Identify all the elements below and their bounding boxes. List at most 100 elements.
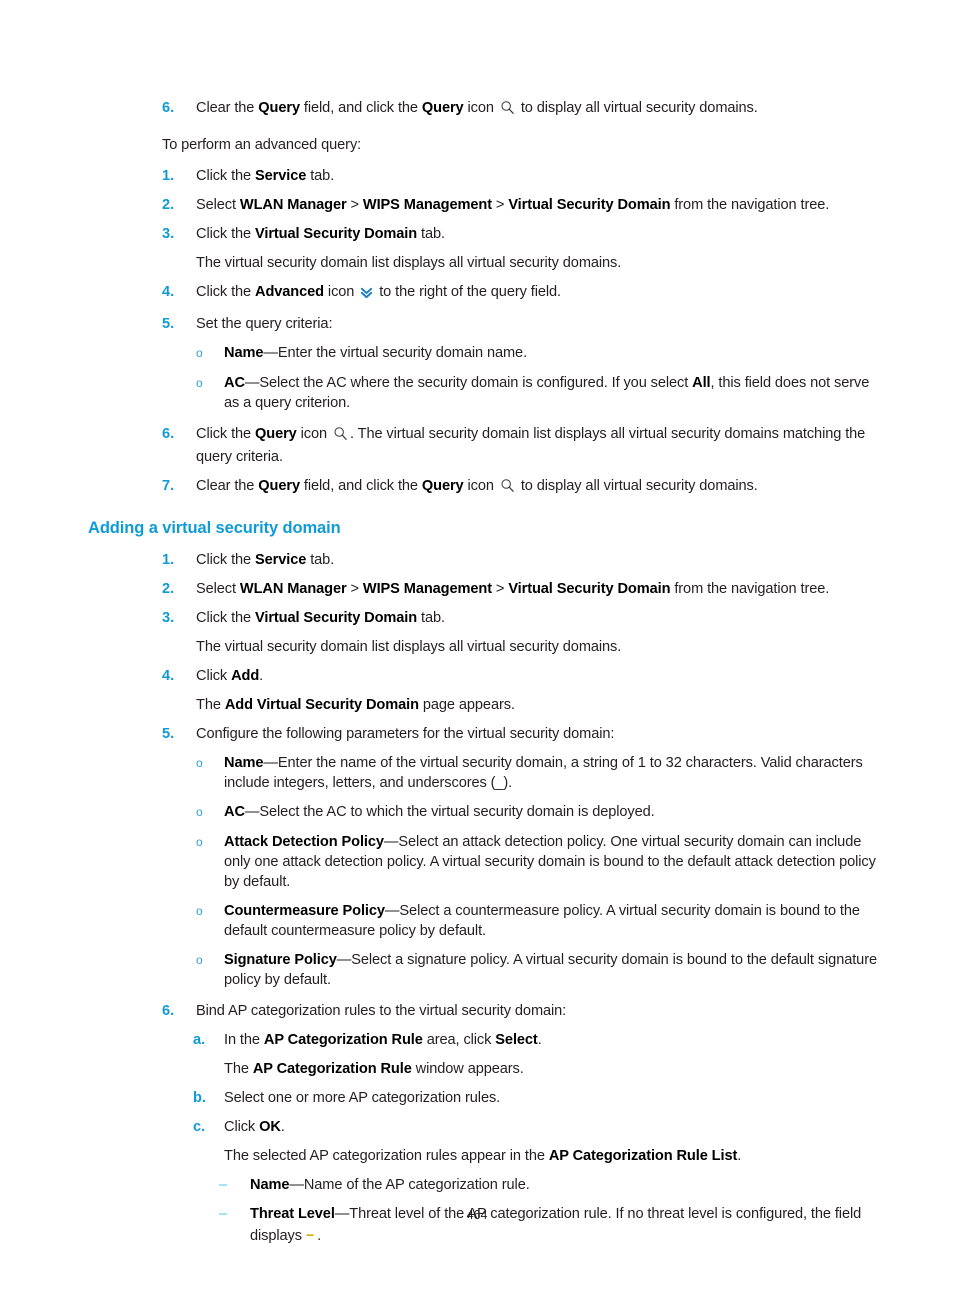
circle-bullet-marker: o — [196, 756, 203, 770]
list-marker: 3. — [162, 610, 175, 626]
list-item-text: Click OK. — [224, 1117, 878, 1137]
list-item-adv-7: 7. Clear the Query field, and click the … — [88, 476, 878, 499]
text-run: > — [346, 581, 363, 597]
bold-run: Virtual Security Domain — [508, 581, 671, 597]
circle-bullet-marker: o — [196, 805, 203, 819]
list-marker: 4. — [162, 668, 175, 684]
list-item-adv-5: 5. Set the query criteria: — [88, 314, 878, 334]
list-item-text: Select one or more AP categorization rul… — [224, 1090, 501, 1106]
list-item-text: Attack Detection Policy—Select an attack… — [224, 832, 878, 892]
bold-run: AC — [224, 804, 245, 820]
bold-run: Name — [250, 1177, 290, 1193]
list-item-add-5-ac: o AC—Select the AC to which the virtual … — [88, 802, 878, 823]
text-run: . — [537, 1032, 542, 1048]
list-marker: 6. — [162, 1003, 175, 1019]
text-run: > — [491, 581, 509, 597]
text-run: The — [224, 1061, 253, 1077]
list-item-add-5-countermeasure-policy: o Countermeasure Policy—Select a counter… — [88, 901, 878, 941]
search-icon — [500, 100, 515, 121]
bold-run: WIPS Management — [362, 197, 492, 213]
text-run: to display all virtual security domains. — [516, 100, 758, 116]
circle-bullet-marker: o — [196, 835, 203, 849]
list-item-add-6c-continuation: The selected AP categorization rules app… — [88, 1146, 878, 1166]
text-run: tab. — [417, 610, 445, 626]
text-run: tab. — [417, 226, 445, 242]
bold-run: Query — [255, 426, 297, 442]
text-run: Clear the — [196, 100, 259, 116]
list-item-text: Click the Service tab. — [196, 166, 878, 186]
list-item-add-6a-continuation: The AP Categorization Rule window appear… — [88, 1059, 878, 1079]
double-chevron-down-icon — [360, 285, 373, 305]
list-marker: 5. — [162, 726, 175, 742]
list-item-text: Name—Name of the AP categorization rule. — [250, 1175, 878, 1195]
text-run: tab. — [306, 552, 335, 568]
bold-run: AP Categorization Rule List — [548, 1148, 738, 1164]
list-item-adv-4: 4. Click the Advanced icon to the right … — [88, 282, 878, 305]
bold-run: Service — [255, 552, 307, 568]
text-run: . — [259, 668, 264, 684]
bold-run: AC — [224, 375, 245, 391]
page-number-footer: 464 — [466, 1208, 488, 1222]
list-marker: a. — [193, 1032, 206, 1048]
bold-run: Virtual Security Domain — [508, 197, 671, 213]
list-item-text: Clear the Query field, and click the Que… — [196, 476, 878, 499]
text-run: —Name of the AP categorization rule. — [289, 1177, 530, 1193]
list-item-add-4: 4. Click Add. — [88, 666, 878, 686]
text-run: field, and click the — [299, 478, 422, 494]
list-item-add-3-continuation: The virtual security domain list display… — [196, 639, 622, 655]
search-icon — [500, 478, 515, 499]
list-item-text: In the AP Categorization Rule area, clic… — [224, 1030, 878, 1050]
text-run: > — [491, 197, 509, 213]
list-marker: 6. — [162, 100, 175, 116]
text-run: to the right of the query field. — [375, 284, 561, 300]
text-run: —Select the AC where the security domain… — [244, 375, 693, 391]
text-run: from the navigation tree. — [670, 581, 830, 597]
list-item-add-5-name: o Name—Enter the name of the virtual sec… — [88, 753, 878, 793]
list-item-text: Click the Service tab. — [196, 550, 878, 570]
text-run: Click — [196, 668, 232, 684]
text-run: The selected AP categorization rules app… — [224, 1148, 549, 1164]
bold-run: Query — [421, 100, 464, 116]
bold-run: Countermeasure Policy — [224, 903, 385, 919]
text-run: —Select the AC to which the virtual secu… — [244, 804, 655, 820]
list-item-add-5: 5. Configure the following parameters fo… — [88, 724, 878, 744]
text-run: Click the — [196, 226, 256, 242]
list-item-text: Click Add. — [196, 666, 878, 686]
list-item-add-6c-name: – Name—Name of the AP categorization rul… — [88, 1175, 878, 1195]
list-marker: 4. — [162, 284, 175, 300]
list-item-step-6-top: 6. Clear the Query field, and click the … — [88, 98, 878, 121]
bold-run: OK — [259, 1119, 281, 1135]
text-run: . — [280, 1119, 285, 1135]
text-run: Click the — [196, 168, 256, 184]
list-item-text: Select WLAN Manager > WIPS Management > … — [196, 579, 878, 599]
list-item-text: Signature Policy—Select a signature poli… — [224, 950, 878, 990]
section-heading: Adding a virtual security domain — [88, 519, 341, 537]
list-item-adv-5-name: o Name—Enter the virtual security domain… — [88, 343, 878, 364]
text-run: Select — [196, 581, 240, 597]
list-marker: 5. — [162, 316, 175, 332]
bold-run: WIPS Management — [362, 581, 492, 597]
list-marker: 2. — [162, 197, 175, 213]
text-run: from the navigation tree. — [670, 197, 830, 213]
list-marker: 2. — [162, 581, 175, 597]
bold-run: Add Virtual Security Domain — [224, 697, 419, 713]
list-item-text: AC—Select the AC where the security doma… — [224, 373, 878, 413]
list-item-add-6a: a. In the AP Categorization Rule area, c… — [88, 1030, 878, 1050]
text-run: Click — [224, 1119, 260, 1135]
list-item-text: Countermeasure Policy—Select a counterme… — [224, 901, 878, 941]
text-run: icon — [463, 100, 498, 116]
list-item-add-6c: c. Click OK. — [88, 1117, 878, 1137]
text-run: icon — [296, 426, 331, 442]
list-marker: 3. — [162, 226, 175, 242]
bold-run: Service — [255, 168, 307, 184]
list-item-text: Configure the following parameters for t… — [196, 726, 615, 742]
circle-bullet-marker: o — [196, 346, 203, 360]
text-run: area, click — [422, 1032, 496, 1048]
list-item-adv-6: 6. Click the Query icon . The virtual se… — [88, 424, 878, 467]
list-item-text: Clear the Query field, and click the Que… — [196, 98, 878, 121]
list-item-text: Click the Query icon . The virtual secur… — [196, 424, 878, 467]
text-run: icon — [463, 478, 498, 494]
bold-run: Select — [495, 1032, 538, 1048]
text-run: Clear the — [196, 478, 259, 494]
advanced-query-intro: To perform an advanced query: — [162, 137, 362, 153]
